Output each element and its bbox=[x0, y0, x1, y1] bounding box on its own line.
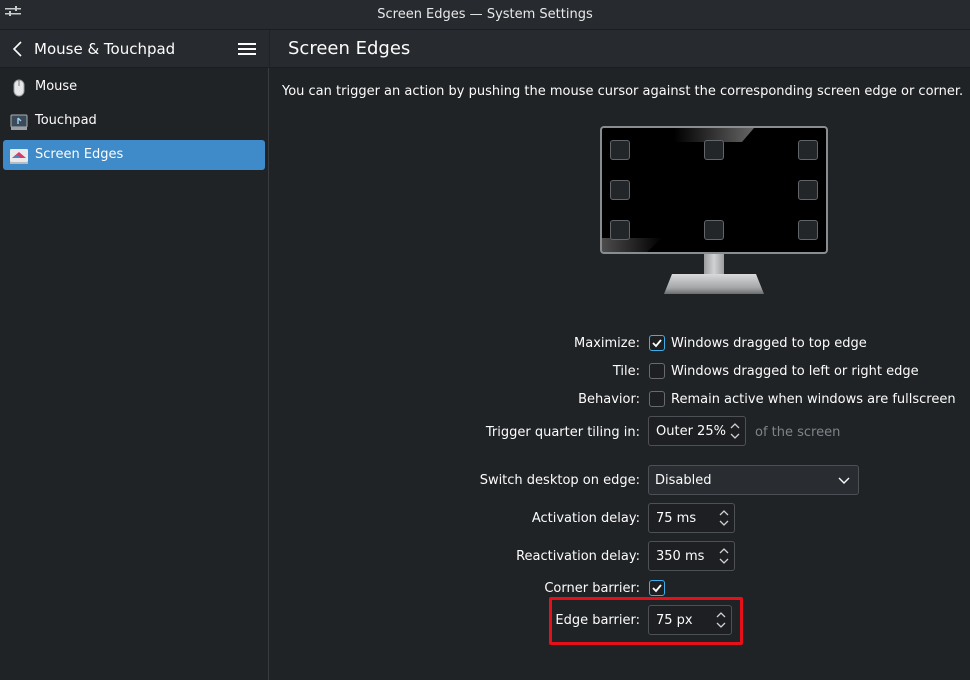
reactivation-delay-spinbox[interactable]: 350 ms bbox=[648, 541, 735, 571]
checkmark-icon bbox=[652, 339, 662, 348]
title-bar: Screen Edges — System Settings bbox=[0, 0, 970, 30]
spin-arrows-icon[interactable] bbox=[718, 507, 730, 529]
edge-button-bottom[interactable] bbox=[704, 220, 724, 240]
maximize-checkbox[interactable] bbox=[649, 335, 665, 351]
monitor-illustration bbox=[600, 126, 828, 254]
behavior-label: Behavior: bbox=[578, 392, 640, 407]
quarter-tiling-spinbox[interactable]: Outer 25% bbox=[648, 416, 746, 446]
switch-desktop-value: Disabled bbox=[655, 473, 712, 488]
touchpad-icon bbox=[10, 114, 28, 130]
main-panel: Screen Edges You can trigger an action b… bbox=[270, 30, 970, 680]
edge-button-bottom-right[interactable] bbox=[798, 220, 818, 240]
edge-button-top-right[interactable] bbox=[798, 140, 818, 160]
main-header: Screen Edges bbox=[270, 30, 970, 68]
sidebar-item-screen-edges[interactable]: Screen Edges bbox=[3, 140, 265, 170]
sidebar-header: Mouse & Touchpad bbox=[0, 30, 269, 68]
corner-barrier-checkbox[interactable] bbox=[649, 580, 665, 596]
edge-button-top[interactable] bbox=[704, 140, 724, 160]
screen-edges-icon bbox=[10, 149, 28, 164]
sidebar-item-label: Touchpad bbox=[35, 113, 97, 128]
reactivation-delay-label: Reactivation delay: bbox=[516, 549, 640, 564]
page-title: Screen Edges bbox=[288, 38, 411, 59]
tile-checkbox-label[interactable]: Windows dragged to left or right edge bbox=[671, 364, 919, 379]
window-title: Screen Edges — System Settings bbox=[377, 7, 593, 22]
quarter-tiling-label: Trigger quarter tiling in: bbox=[485, 425, 640, 440]
switch-desktop-label: Switch desktop on edge: bbox=[479, 473, 640, 488]
edge-button-left[interactable] bbox=[610, 180, 630, 200]
maximize-checkbox-label[interactable]: Windows dragged to top edge bbox=[671, 336, 867, 351]
behavior-checkbox[interactable] bbox=[649, 391, 665, 407]
activation-delay-label: Activation delay: bbox=[531, 511, 640, 526]
behavior-checkbox-label[interactable]: Remain active when windows are fullscree… bbox=[671, 392, 956, 407]
monitor-stand-base bbox=[664, 274, 764, 294]
edge-button-right[interactable] bbox=[798, 180, 818, 200]
maximize-label: Maximize: bbox=[574, 336, 640, 351]
switch-desktop-dropdown[interactable]: Disabled bbox=[648, 465, 859, 495]
activation-delay-spinbox[interactable]: 75 ms bbox=[648, 503, 735, 533]
mouse-icon bbox=[13, 79, 25, 97]
sidebar-item-mouse[interactable]: Mouse bbox=[3, 72, 265, 102]
sidebar-item-label: Mouse bbox=[35, 79, 78, 94]
checkmark-icon bbox=[652, 584, 662, 593]
sidebar-item-label: Screen Edges bbox=[35, 147, 124, 162]
corner-barrier-label: Corner barrier: bbox=[544, 581, 640, 596]
quarter-tiling-value: Outer 25% bbox=[656, 424, 726, 439]
sidebar-item-touchpad[interactable]: Touchpad bbox=[3, 106, 265, 136]
edge-button-bottom-left[interactable] bbox=[610, 220, 630, 240]
activation-delay-value: 75 ms bbox=[656, 511, 697, 526]
edge-button-top-left[interactable] bbox=[610, 140, 630, 160]
monitor-glare bbox=[602, 238, 662, 252]
tile-label: Tile: bbox=[612, 364, 640, 379]
back-arrow-icon[interactable] bbox=[10, 40, 26, 58]
spin-arrows-icon[interactable] bbox=[729, 420, 741, 442]
page-description: You can trigger an action by pushing the… bbox=[282, 84, 964, 99]
chevron-down-icon bbox=[838, 477, 850, 484]
tile-checkbox[interactable] bbox=[649, 363, 665, 379]
quarter-tiling-suffix: of the screen bbox=[755, 425, 841, 440]
spin-arrows-icon[interactable] bbox=[718, 545, 730, 567]
sidebar-title: Mouse & Touchpad bbox=[34, 40, 176, 58]
edge-barrier-highlight bbox=[549, 597, 743, 645]
hamburger-menu-icon[interactable] bbox=[238, 42, 256, 56]
sidebar: Mouse & Touchpad Mouse Touchpad Screen E… bbox=[0, 30, 269, 680]
reactivation-delay-value: 350 ms bbox=[656, 549, 705, 564]
